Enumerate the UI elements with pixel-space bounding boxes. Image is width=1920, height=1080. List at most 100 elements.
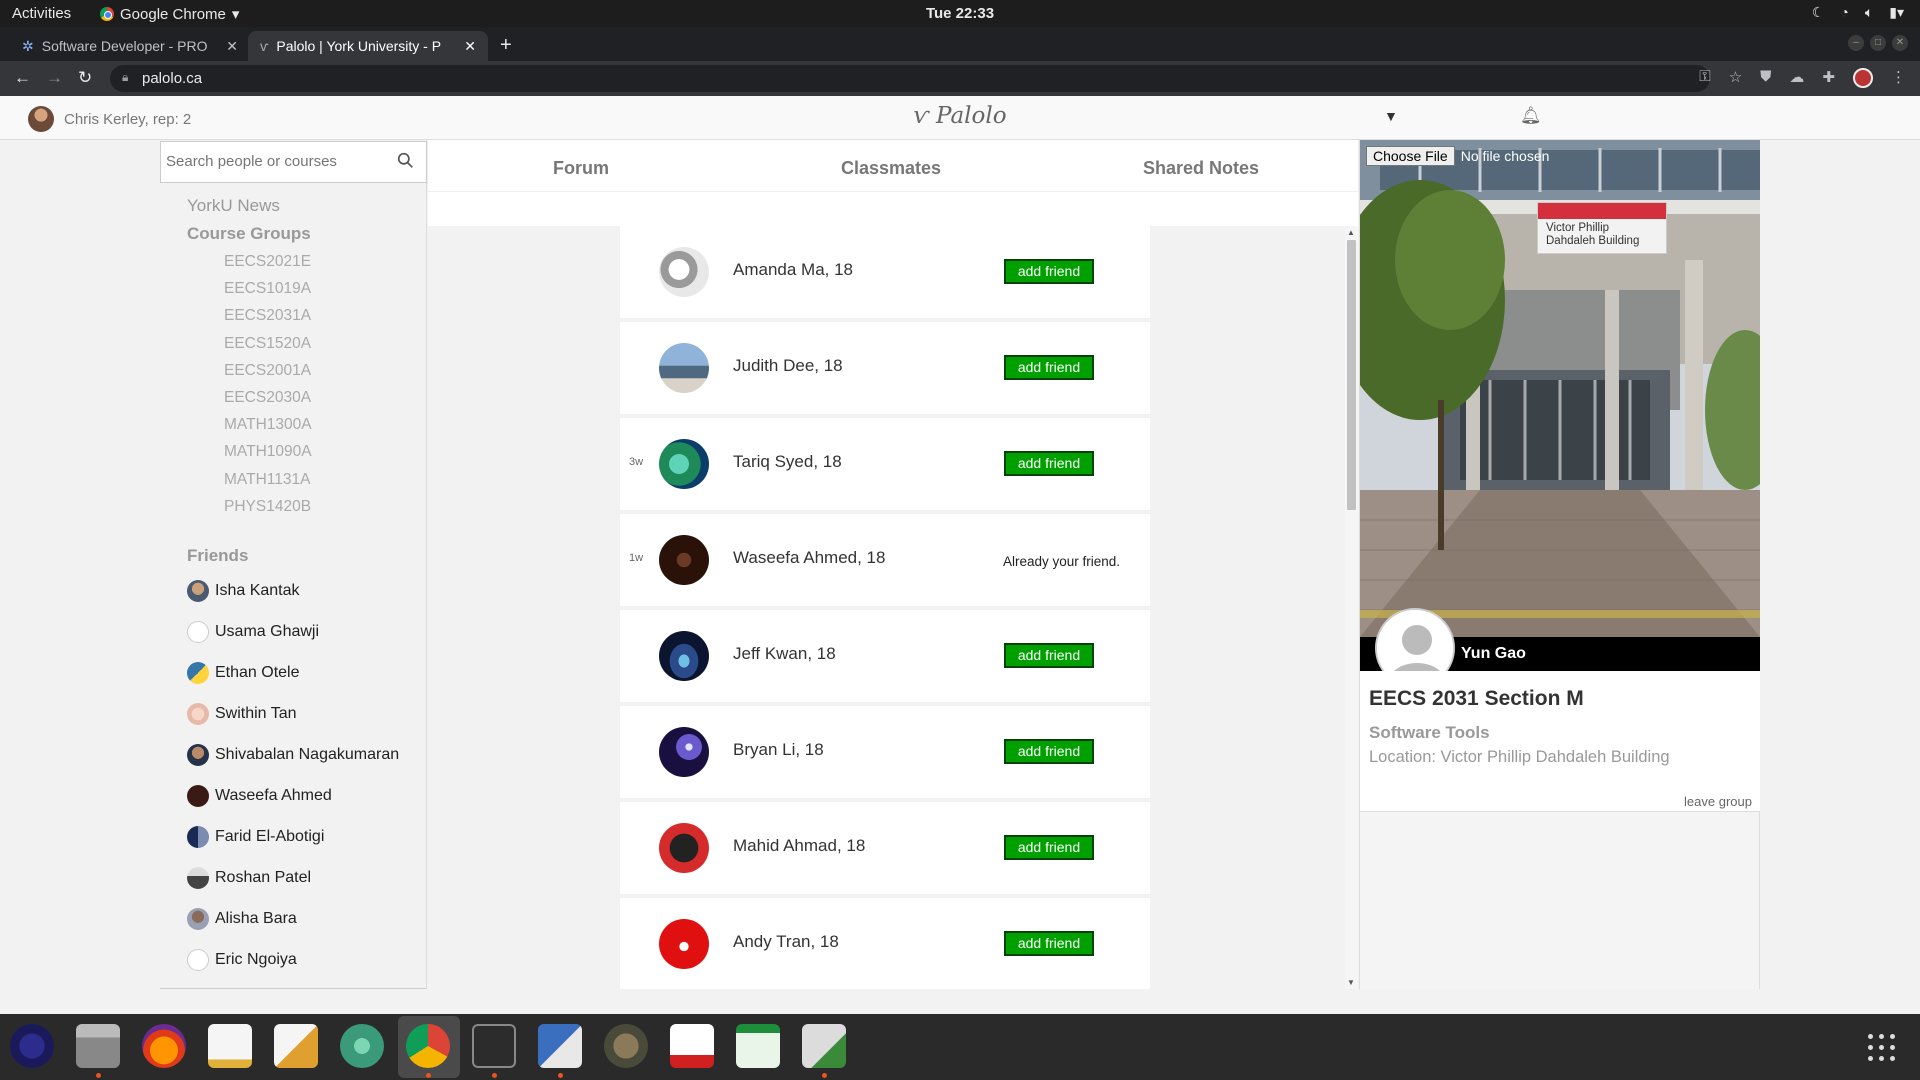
classmate-name[interactable]: Judith Dee, 18 [733, 356, 843, 376]
close-window-button[interactable]: ✕ [1892, 35, 1908, 51]
avatar[interactable] [659, 343, 709, 393]
avatar[interactable] [659, 631, 709, 681]
close-tab-icon[interactable]: ✕ [464, 38, 476, 55]
course-link[interactable]: EECS2031A [224, 307, 311, 325]
sign-text: Victor Phillip Dahdaleh Building [1546, 222, 1640, 247]
dropdown-caret-icon[interactable]: ▼ [1384, 108, 1398, 124]
add-friend-button[interactable]: add friend [1004, 259, 1094, 284]
forward-button[interactable]: → [46, 68, 63, 88]
classmate-name[interactable]: Amanda Ma, 18 [733, 260, 853, 280]
reload-button[interactable]: ↻ [78, 68, 92, 88]
extensions-puzzle-icon[interactable]: ✚ [1822, 68, 1835, 88]
notification-bell-icon[interactable]: 🔔︎ [1520, 106, 1542, 126]
avatar[interactable] [659, 247, 709, 297]
friend-name: Eric Ngoiya [215, 951, 297, 968]
classmate-name[interactable]: Mahid Ahmad, 18 [733, 836, 865, 856]
yorku-news-link[interactable]: YorkU News [187, 196, 280, 216]
add-friend-button[interactable]: add friend [1004, 931, 1094, 956]
course-groups-heading: Course Groups [187, 224, 311, 243]
extension-cloud-icon[interactable]: ☁ [1789, 68, 1804, 88]
system-tray[interactable]: ☾ ◔ 🔈︎ ▮▾ [1812, 4, 1904, 21]
friend-item[interactable]: Swithin Tan [187, 703, 297, 725]
friend-item[interactable]: Eric Ngoiya [187, 949, 297, 971]
tab-shared-notes[interactable]: Shared Notes [1143, 158, 1259, 179]
maximize-button[interactable]: □ [1870, 35, 1886, 51]
course-link[interactable]: MATH1090A [224, 443, 312, 461]
friend-item[interactable]: Isha Kantak [187, 580, 300, 602]
classmate-name[interactable]: Waseefa Ahmed, 18 [733, 548, 885, 568]
friend-item[interactable]: Alisha Bara [187, 908, 297, 930]
inkscape-icon[interactable] [538, 1024, 582, 1068]
drawing-app-icon[interactable] [274, 1024, 318, 1068]
owner-name[interactable]: Yun Gao [1461, 645, 1526, 663]
bookmark-star-icon[interactable]: ☆ [1729, 68, 1742, 88]
friend-item[interactable]: Roshan Patel [187, 867, 311, 889]
clock[interactable]: Tue 22:33 [0, 5, 1920, 22]
search-input[interactable] [161, 142, 381, 180]
classmate-name[interactable]: Bryan Li, 18 [733, 740, 824, 760]
tab-classmates[interactable]: Classmates [841, 158, 941, 179]
course-link[interactable]: PHYS1420B [224, 498, 311, 516]
course-link[interactable]: EECS2030A [224, 389, 311, 407]
eclipse-icon[interactable] [10, 1024, 54, 1068]
back-button[interactable]: ← [14, 68, 31, 88]
chrome-icon[interactable] [406, 1024, 450, 1068]
spreadsheet-icon[interactable] [736, 1024, 780, 1068]
friend-item[interactable]: Waseefa Ahmed [187, 785, 332, 807]
course-link[interactable]: MATH1131A [224, 471, 310, 489]
leave-group-link[interactable]: leave group [1684, 794, 1752, 809]
add-friend-button[interactable]: add friend [1004, 355, 1094, 380]
course-link[interactable]: EECS1520A [224, 335, 311, 353]
address-bar[interactable]: 🔒︎ palolo.ca [110, 65, 1710, 92]
course-link[interactable]: EECS2021E [224, 253, 311, 271]
atom-icon[interactable] [340, 1024, 384, 1068]
terminal-icon[interactable] [472, 1024, 516, 1068]
classmate-name[interactable]: Tariq Syed, 18 [733, 452, 842, 472]
site-logo[interactable]: ⱱ Palolo [0, 103, 1920, 129]
left-sidebar: YorkU News Course Groups EECS2021E EECS1… [160, 140, 427, 989]
pdf-viewer-icon[interactable] [670, 1024, 714, 1068]
gimp-icon[interactable] [604, 1024, 648, 1068]
search-icon[interactable] [397, 152, 414, 169]
new-tab-button[interactable]: + [500, 34, 512, 57]
add-friend-button[interactable]: add friend [1004, 835, 1094, 860]
add-friend-button[interactable]: add friend [1004, 739, 1094, 764]
avatar[interactable] [659, 823, 709, 873]
list-scrollbar[interactable]: ▲ ▼ [1345, 226, 1358, 989]
friend-name: Farid El-Abotigi [215, 828, 325, 845]
add-friend-button[interactable]: add friend [1004, 643, 1094, 668]
friend-item[interactable]: Usama Ghawji [187, 621, 319, 643]
extension-shield-icon[interactable]: ⛊ [1760, 68, 1771, 88]
image-viewer-icon[interactable] [802, 1024, 846, 1068]
avatar[interactable] [659, 439, 709, 489]
friend-item[interactable]: Farid El-Abotigi [187, 826, 324, 848]
firefox-icon[interactable] [142, 1024, 186, 1068]
close-tab-icon[interactable]: ✕ [226, 38, 238, 55]
system-top-bar: Activities Google Chrome ▾ Tue 22:33 ☾ ◔… [0, 0, 1920, 27]
tab-software-developer[interactable]: ✲ Software Developer - PRO ✕ [10, 31, 250, 61]
friend-item[interactable]: Shivabalan Nagakumaran [187, 744, 399, 766]
scroll-down-arrow-icon[interactable]: ▼ [1347, 978, 1355, 987]
course-link[interactable]: EECS2001A [224, 362, 311, 380]
files-icon[interactable] [76, 1024, 120, 1068]
add-friend-button[interactable]: add friend [1004, 451, 1094, 476]
text-editor-icon[interactable] [208, 1024, 252, 1068]
classmate-name[interactable]: Andy Tran, 18 [733, 932, 839, 952]
show-applications-icon[interactable] [1868, 1034, 1896, 1062]
friend-item[interactable]: Ethan Otele [187, 662, 300, 684]
choose-file-button[interactable]: Choose File [1366, 146, 1455, 166]
course-link[interactable]: MATH1300A [224, 416, 312, 434]
scroll-up-arrow-icon[interactable]: ▲ [1347, 228, 1355, 237]
profile-avatar[interactable] [1853, 68, 1873, 88]
avatar[interactable] [659, 727, 709, 777]
avatar[interactable] [659, 535, 709, 585]
scrollbar-thumb[interactable] [1347, 240, 1356, 510]
key-icon[interactable]: ⚿ [1699, 68, 1710, 88]
tab-palolo[interactable]: ⱱ Palolo | York University - P ✕ [248, 31, 488, 61]
classmate-name[interactable]: Jeff Kwan, 18 [733, 644, 836, 664]
menu-kebab-icon[interactable]: ⋮ [1891, 68, 1906, 88]
tab-forum[interactable]: Forum [553, 158, 609, 179]
minimize-button[interactable]: – [1848, 35, 1864, 51]
avatar[interactable] [659, 919, 709, 969]
course-link[interactable]: EECS1019A [224, 280, 311, 298]
